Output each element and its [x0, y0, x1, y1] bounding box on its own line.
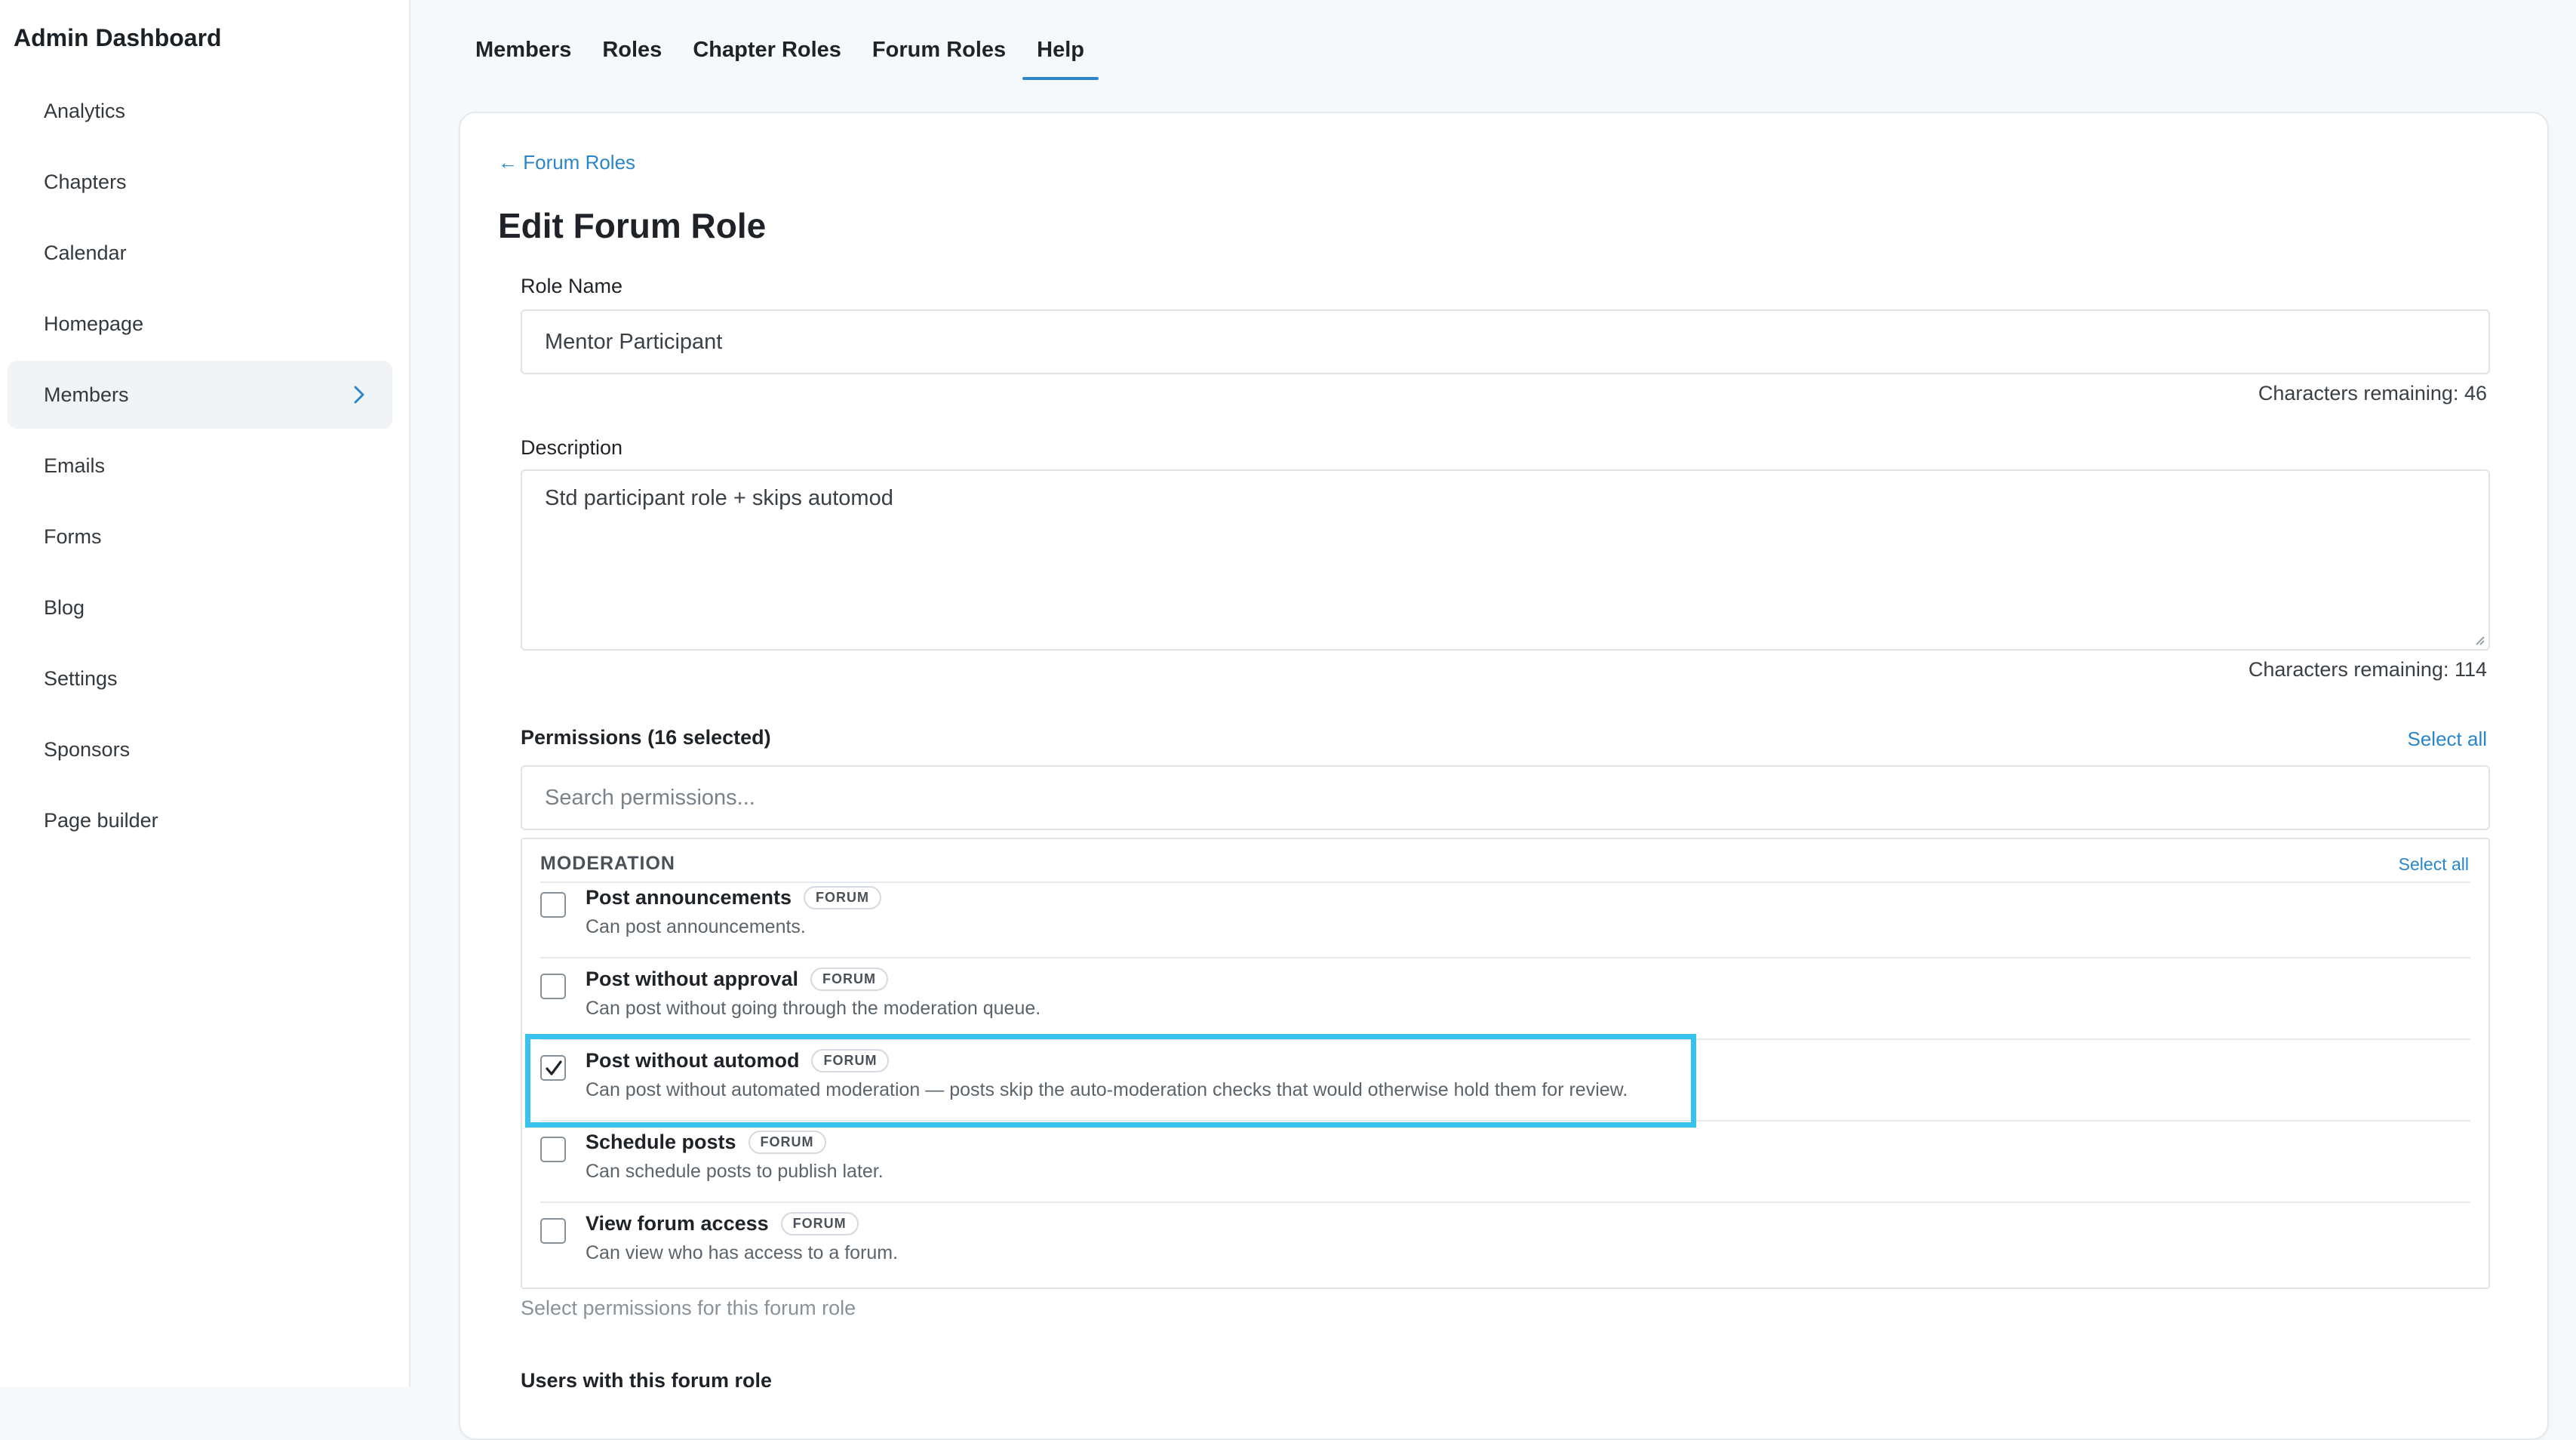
permission-label: View forum access [586, 1212, 769, 1235]
sidebar-item-label: Calendar [44, 241, 127, 264]
select-all-permissions-link[interactable]: Select all [2408, 728, 2488, 751]
permission-label: Post announcements [586, 886, 792, 909]
permission-label: Schedule posts [586, 1131, 736, 1153]
back-link-forum-roles[interactable]: ← Forum Roles [498, 151, 635, 174]
sidebar-item-label: Emails [44, 454, 106, 477]
permission-description: Can view who has access to a forum. [586, 1242, 899, 1263]
sidebar-item-blog[interactable]: Blog [8, 574, 392, 642]
sidebar-item-label: Forms [44, 525, 102, 548]
chevron-right-icon [354, 386, 364, 404]
permission-description: Can schedule posts to publish later. [586, 1161, 884, 1182]
description-label: Description [521, 436, 623, 459]
permission-row-post-announcements[interactable]: Post announcements FORUM Can post announc… [540, 885, 2470, 966]
sidebar-item-page-builder[interactable]: Page builder [8, 786, 392, 854]
sidebar-item-analytics[interactable]: Analytics [8, 77, 392, 145]
divider [540, 957, 2470, 958]
sidebar-item-settings[interactable]: Settings [8, 645, 392, 712]
tab-roles[interactable]: Roles [602, 30, 662, 80]
sidebar-item-label: Sponsors [44, 737, 131, 761]
sidebar-item-sponsors[interactable]: Sponsors [8, 715, 392, 783]
permission-row-view-forum-access[interactable]: View forum access FORUM Can view who has … [540, 1211, 2470, 1288]
role-name-char-count: Characters remaining: 46 [2258, 382, 2487, 405]
tab-chapter-roles[interactable]: Chapter Roles [693, 30, 841, 80]
sidebar-item-label: Blog [44, 595, 85, 619]
sidebar-item-label: Members [44, 383, 129, 406]
permissions-title: Permissions (16 selected) [521, 726, 771, 749]
sidebar-item-label: Chapters [44, 170, 127, 193]
permission-description: Can post announcements. [586, 916, 806, 937]
description-value: Std participant role + skips automod [545, 486, 893, 510]
highlight-box [525, 1034, 1696, 1128]
group-header: MODERATION [540, 853, 675, 874]
sidebar-item-members[interactable]: Members [8, 361, 392, 429]
top-tabs: Members Roles Chapter Roles Forum Roles … [475, 30, 1115, 80]
sidebar-item-emails[interactable]: Emails [8, 432, 392, 500]
users-section-title: Users with this forum role [521, 1369, 773, 1392]
permission-label: Post without approval [586, 968, 799, 990]
checkbox[interactable] [540, 1137, 566, 1162]
tab-forum-roles[interactable]: Forum Roles [872, 30, 1006, 80]
description-char-count: Characters remaining: 114 [2248, 658, 2487, 681]
sidebar-item-calendar[interactable]: Calendar [8, 219, 392, 287]
sidebar-item-label: Homepage [44, 312, 144, 335]
checkbox[interactable] [540, 1218, 566, 1244]
description-textarea[interactable]: Std participant role + skips automod [521, 469, 2490, 651]
forum-badge: FORUM [810, 968, 889, 991]
forum-badge: FORUM [804, 886, 882, 909]
permission-name: Post without approval FORUM [586, 968, 889, 991]
sidebar-item-chapters[interactable]: Chapters [8, 148, 392, 216]
page-title: Edit Forum Role [498, 206, 767, 245]
sidebar: Admin Dashboard Analytics Chapters Calen… [0, 0, 410, 1387]
checkbox[interactable] [540, 974, 566, 999]
sidebar-item-label: Settings [44, 666, 118, 690]
checkbox[interactable] [540, 892, 566, 918]
divider [540, 882, 2470, 883]
permission-name: Post announcements FORUM [586, 886, 882, 909]
forum-badge: FORUM [748, 1131, 826, 1154]
divider [540, 1202, 2470, 1203]
resize-grip-icon[interactable] [2472, 632, 2485, 646]
tab-members[interactable]: Members [475, 30, 571, 80]
sidebar-item-label: Analytics [44, 99, 126, 122]
search-permissions-input[interactable]: Search permissions... [521, 765, 2490, 830]
forum-badge: FORUM [780, 1212, 859, 1235]
role-name-label: Role Name [521, 275, 623, 297]
helper-text: Select permissions for this forum role [521, 1297, 856, 1319]
tab-help[interactable]: Help [1022, 30, 1099, 80]
permission-name: View forum access FORUM [586, 1212, 859, 1235]
sidebar-title: Admin Dashboard [14, 24, 222, 51]
sidebar-item-homepage[interactable]: Homepage [8, 290, 392, 358]
role-name-input[interactable]: Mentor Participant [521, 309, 2490, 374]
group-select-all-link[interactable]: Select all [2399, 854, 2469, 875]
sidebar-item-forms[interactable]: Forms [8, 503, 392, 571]
permission-description: Can post without going through the moder… [586, 998, 1041, 1019]
permission-row-schedule-posts[interactable]: Schedule posts FORUM Can schedule posts t… [540, 1129, 2470, 1211]
permission-name: Schedule posts FORUM [586, 1131, 826, 1154]
edit-forum-role-card: ← Forum Roles Edit Forum Role Role Name … [459, 112, 2549, 1440]
sidebar-item-label: Page builder [44, 808, 158, 832]
